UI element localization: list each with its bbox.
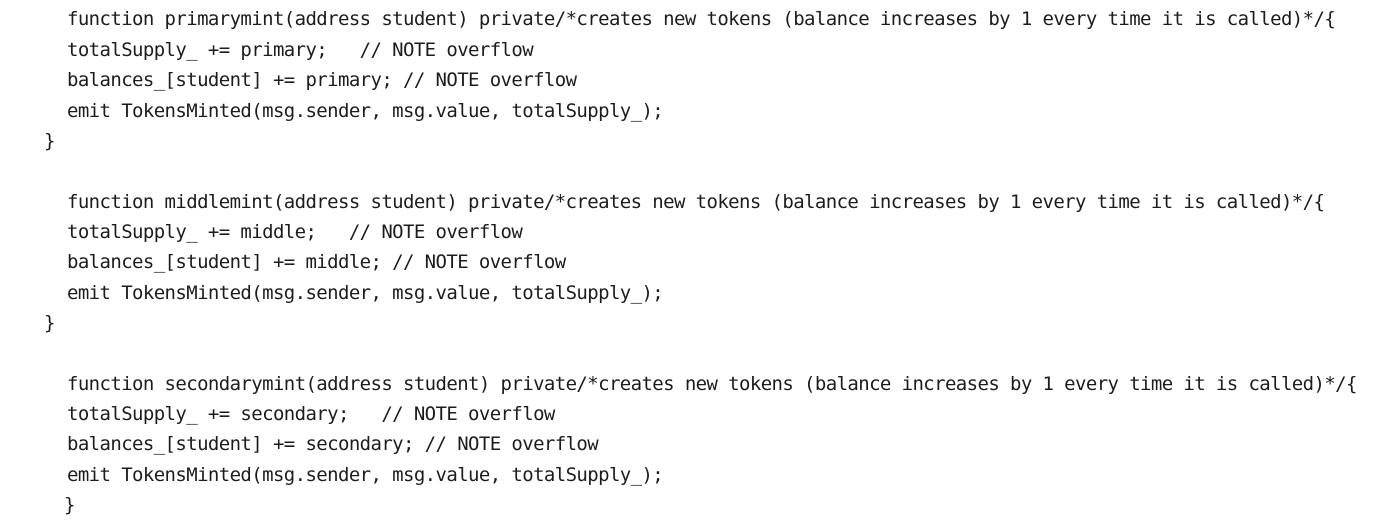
code-line-statement: totalSupply_ += primary; // NOTE overflo… xyxy=(67,39,534,61)
code-line-statement: emit TokensMinted(msg.sender, msg.value,… xyxy=(67,282,664,304)
code-line-statement: balances_[student] += middle; // NOTE ov… xyxy=(67,251,566,273)
code-line-statement: emit TokensMinted(msg.sender, msg.value,… xyxy=(67,100,664,122)
code-line-closing-brace: } xyxy=(44,130,55,152)
code-line-function-header: function middlemint(address student) pri… xyxy=(67,191,1325,213)
code-line-statement: emit TokensMinted(msg.sender, msg.value,… xyxy=(67,464,664,486)
code-line-closing-brace: } xyxy=(44,312,55,334)
code-view: function primarymint(address student) pr… xyxy=(0,0,1400,530)
code-line-closing-brace: } xyxy=(64,494,75,516)
code-line-function-header: function secondarymint(address student) … xyxy=(67,373,1357,395)
code-line-function-header: function primarymint(address student) pr… xyxy=(67,8,1336,30)
code-line-statement: totalSupply_ += secondary; // NOTE overf… xyxy=(67,403,555,425)
code-line-statement: balances_[student] += secondary; // NOTE… xyxy=(67,433,599,455)
code-line-statement: totalSupply_ += middle; // NOTE overflow xyxy=(67,221,523,243)
code-line-statement: balances_[student] += primary; // NOTE o… xyxy=(67,69,577,91)
